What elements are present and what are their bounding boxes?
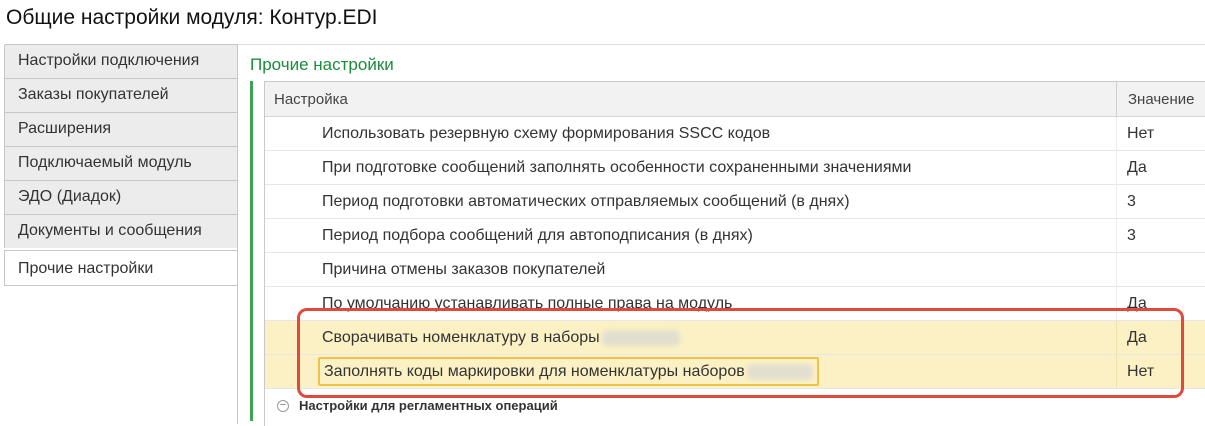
group-row-label: Настройки для регламентных операций bbox=[299, 398, 558, 413]
tab-customer-orders[interactable]: Заказы покупателей bbox=[4, 78, 238, 112]
cell-separator bbox=[1116, 151, 1117, 184]
setting-value[interactable]: 3 bbox=[1127, 185, 1136, 218]
setting-name-text: Сворачивать номенклатуру в наборы bbox=[322, 329, 600, 346]
table-row[interactable]: Причина отмены заказов покупателей bbox=[265, 253, 1205, 287]
table-row-highlighted[interactable]: Сворачивать номенклатуру в наборы Да bbox=[265, 321, 1205, 355]
setting-value[interactable]: 3 bbox=[1127, 219, 1136, 252]
settings-tabs: Настройки подключения Заказы покупателей… bbox=[4, 44, 238, 286]
setting-name: Сворачивать номенклатуру в наборы bbox=[322, 321, 680, 354]
setting-value[interactable]: Да bbox=[1127, 151, 1147, 184]
cell-separator bbox=[1116, 185, 1117, 218]
setting-value[interactable]: Нет bbox=[1127, 355, 1154, 388]
column-header-setting[interactable]: Настройка bbox=[274, 82, 348, 117]
cell-separator bbox=[1116, 253, 1117, 286]
setting-name: Период подбора сообщений для автоподписа… bbox=[322, 227, 753, 244]
window-title: Общие настройки модуля: Контур.EDI bbox=[6, 6, 378, 29]
table-row[interactable]: По умолчанию устанавливать полные права … bbox=[265, 287, 1205, 321]
group-row-scheduled-operations[interactable]: − Настройки для регламентных операций bbox=[265, 395, 1205, 419]
setting-name-focused: Заполнять коды маркировки для номенклату… bbox=[318, 357, 819, 386]
setting-value[interactable]: Нет bbox=[1127, 117, 1154, 150]
setting-name-text: Заполнять коды маркировки для номенклату… bbox=[324, 363, 745, 380]
cell-separator bbox=[1116, 117, 1117, 150]
tab-extensions[interactable]: Расширения bbox=[4, 112, 238, 146]
setting-name: По умолчанию устанавливать полные права … bbox=[322, 295, 733, 312]
setting-value[interactable]: Да bbox=[1127, 321, 1147, 354]
tabs-divider bbox=[237, 44, 238, 424]
cell-separator bbox=[1116, 321, 1117, 354]
tab-connection-settings[interactable]: Настройки подключения bbox=[4, 44, 238, 78]
tab-plugin-module[interactable]: Подключаемый модуль bbox=[4, 146, 238, 180]
setting-name: Использовать резервную схему формировани… bbox=[322, 125, 771, 142]
redacted-text bbox=[601, 329, 680, 346]
section-title: Прочие настройки bbox=[250, 55, 394, 74]
settings-table: Настройка Значение Использовать резервну… bbox=[264, 81, 1205, 426]
cell-separator bbox=[1116, 355, 1117, 388]
tab-documents-messages[interactable]: Документы и сообщения bbox=[4, 214, 238, 248]
setting-name: Причина отмены заказов покупателей bbox=[322, 261, 606, 278]
tab-other-settings[interactable]: Прочие настройки bbox=[4, 250, 238, 286]
table-row[interactable]: Период подготовки автоматических отправл… bbox=[265, 185, 1205, 219]
setting-name: Период подготовки автоматических отправл… bbox=[322, 193, 850, 210]
column-header-value[interactable]: Значение bbox=[1128, 82, 1195, 117]
tab-edo-diadoc[interactable]: ЭДО (Диадок) bbox=[4, 180, 238, 214]
collapse-icon[interactable]: − bbox=[277, 400, 289, 412]
table-row[interactable]: Использовать резервную схему формировани… bbox=[265, 117, 1205, 151]
table-row[interactable]: При подготовке сообщений заполнять особе… bbox=[265, 151, 1205, 185]
setting-name: При подготовке сообщений заполнять особе… bbox=[322, 159, 912, 176]
setting-value[interactable]: Да bbox=[1127, 287, 1147, 320]
table-header: Настройка Значение bbox=[265, 82, 1205, 117]
redacted-text bbox=[746, 363, 813, 380]
column-separator[interactable] bbox=[1116, 82, 1117, 117]
table-row[interactable]: Период подбора сообщений для автоподписа… bbox=[265, 219, 1205, 253]
cell-separator bbox=[1116, 219, 1117, 252]
cell-separator bbox=[1116, 287, 1117, 320]
section-accent-bar bbox=[250, 81, 253, 421]
table-row-selected[interactable]: Заполнять коды маркировки для номенклату… bbox=[265, 355, 1205, 389]
panel-top-border bbox=[237, 44, 1205, 45]
